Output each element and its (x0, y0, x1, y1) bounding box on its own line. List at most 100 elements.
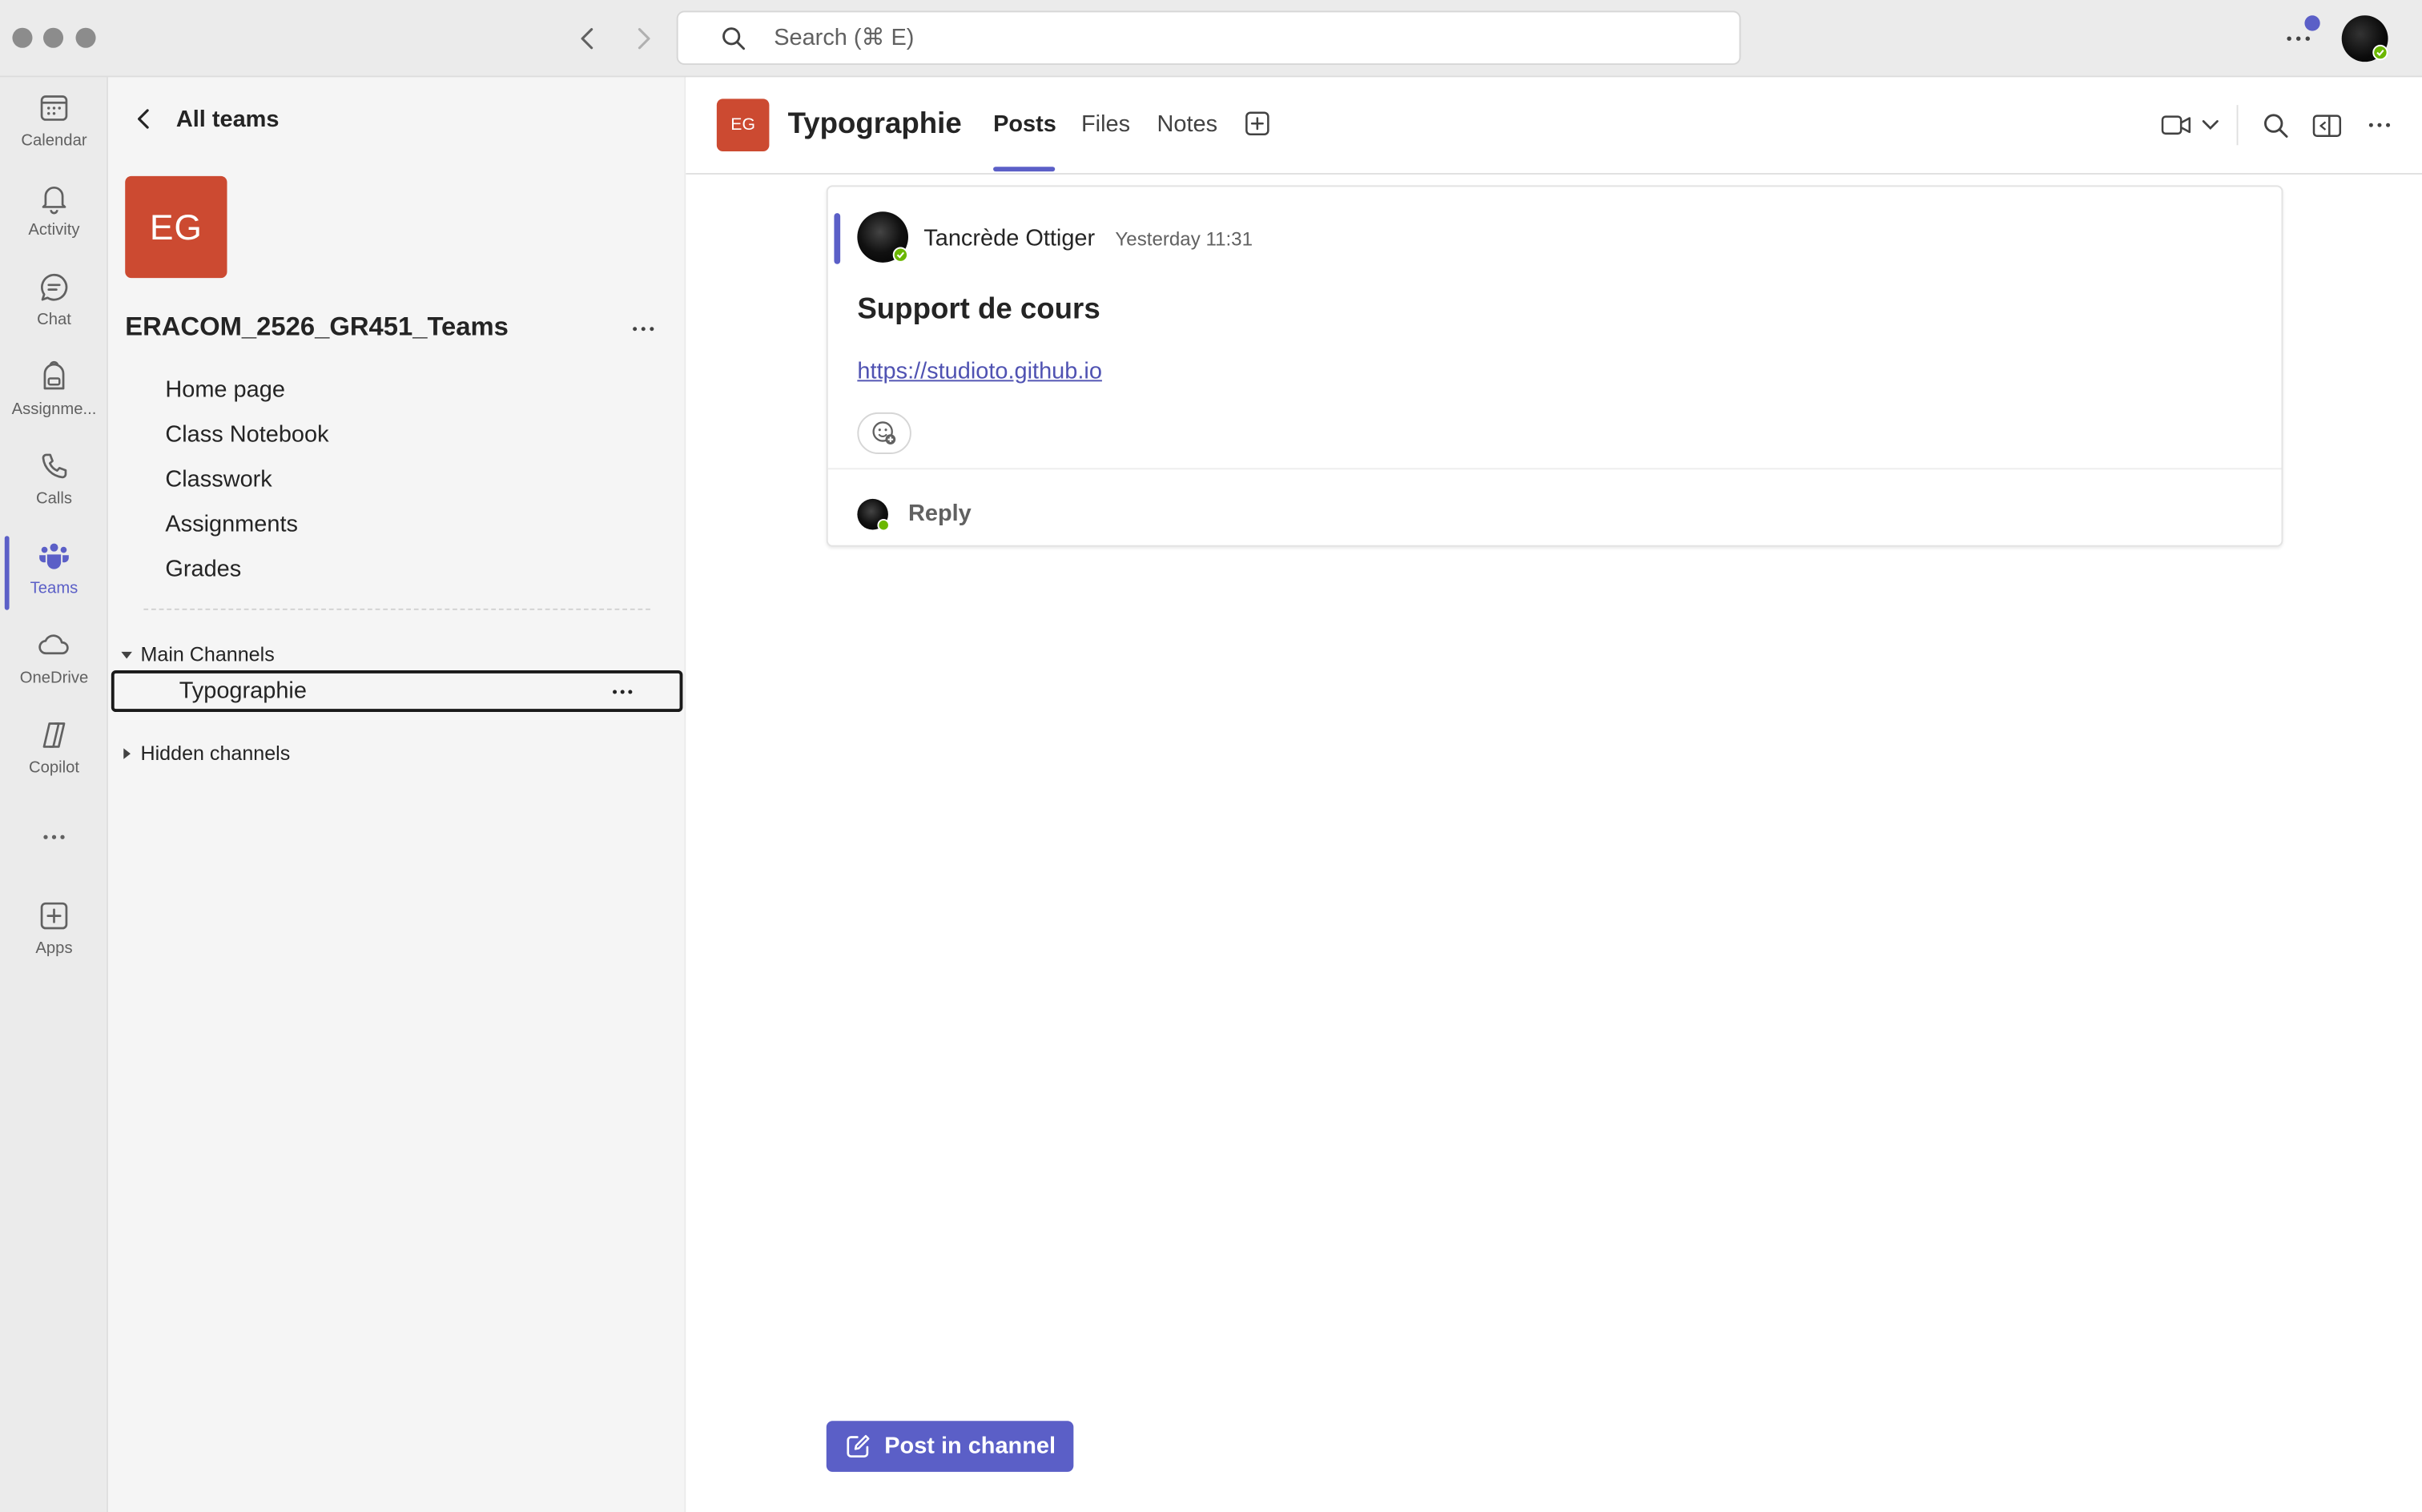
channel-main: EG Typographie Posts Files Notes Tancrèd… (686, 77, 2422, 1512)
teams-icon (39, 543, 69, 569)
search-icon (2263, 113, 2287, 137)
channel-team-avatar: EG (716, 99, 770, 151)
cloud-icon (38, 634, 69, 655)
rail-item-calls[interactable]: Calls (0, 449, 108, 529)
channel-title: Typographie (787, 107, 962, 141)
post-timestamp: Yesterday 11:31 (1115, 228, 1253, 251)
add-tab-icon[interactable] (1245, 111, 1269, 136)
rail-label: Calendar (21, 131, 87, 151)
rail-item-teams[interactable]: Teams (0, 539, 108, 619)
copilot-icon (42, 722, 66, 748)
hidden-channels-label: Hidden channels (140, 741, 291, 765)
rail-item-activity[interactable]: Activity (0, 181, 108, 261)
search-bar[interactable] (676, 10, 1741, 65)
rail-item-assignments[interactable]: Assignme... (0, 360, 108, 440)
reply-avatar (857, 498, 890, 532)
presence-available-icon (892, 247, 908, 263)
team-link-classwork[interactable]: Classwork (165, 466, 272, 493)
rail-label: Calls (35, 489, 73, 509)
chat-icon (41, 273, 68, 301)
rail-label: Chat (37, 310, 71, 329)
zoom-window-button[interactable] (75, 27, 96, 48)
backpack-icon (43, 360, 65, 390)
channel-item-typographie[interactable]: Typographie (111, 670, 683, 713)
add-reaction-button[interactable] (857, 412, 911, 454)
post-card[interactable]: Tancrède Ottiger Yesterday 11:31 Support… (826, 185, 2283, 547)
channel-search-button[interactable] (2261, 110, 2289, 141)
rail-label: Teams (30, 579, 78, 598)
active-tab-underline (993, 167, 1056, 172)
ellipsis-icon (2287, 36, 2310, 41)
channel-header: EG Typographie Posts Files Notes (686, 77, 2422, 175)
back-button[interactable] (572, 22, 606, 55)
ellipsis-icon (632, 327, 654, 332)
rail-more-apps-button[interactable] (0, 822, 108, 859)
open-side-panel-button[interactable] (2311, 110, 2342, 141)
bell-icon (42, 187, 66, 215)
team-more-options-button[interactable] (627, 316, 658, 341)
post-in-channel-button[interactable]: Post in channel (826, 1421, 1074, 1472)
search-input[interactable] (774, 24, 1639, 51)
phone-icon (42, 453, 67, 479)
meet-button[interactable] (2159, 110, 2221, 141)
profile-avatar[interactable] (2341, 15, 2388, 62)
rail-label: OneDrive (19, 669, 89, 688)
minimize-window-button[interactable] (42, 27, 64, 48)
rail-label: Assignme... (11, 400, 97, 419)
plus-square-icon (40, 902, 68, 930)
side-panel-icon (2311, 114, 2341, 136)
rail-item-onedrive[interactable]: OneDrive (0, 629, 108, 709)
rail-item-calendar[interactable]: Calendar (0, 91, 108, 171)
ellipsis-icon (2368, 123, 2390, 127)
post-accent-bar (834, 213, 841, 264)
tab-files[interactable]: Files (1081, 111, 1130, 138)
notification-dot (2304, 15, 2320, 31)
rail-item-copilot[interactable]: Copilot (0, 718, 108, 798)
post-author[interactable]: Tancrède Ottiger (923, 226, 1095, 252)
team-link-class-notebook[interactable]: Class Notebook (165, 421, 328, 448)
header-separator (2236, 105, 2239, 146)
rail-label: Apps (35, 939, 73, 958)
close-window-button[interactable] (12, 27, 33, 48)
main-channels-toggle[interactable]: Main Channels (120, 642, 275, 666)
forward-button[interactable] (626, 22, 659, 55)
emoji-add-icon (872, 421, 896, 445)
main-channels-label: Main Channels (140, 642, 275, 666)
app-rail: Calendar Activity Chat Assignme... Calls… (0, 77, 108, 1512)
divider (143, 608, 650, 610)
rail-item-apps[interactable]: Apps (0, 899, 108, 979)
team-avatar: EG (125, 175, 227, 279)
author-avatar[interactable] (857, 211, 908, 263)
channel-more-button[interactable] (2364, 110, 2395, 141)
chevron-left-icon (138, 109, 149, 129)
rail-item-chat[interactable]: Chat (0, 270, 108, 350)
team-link-grades[interactable]: Grades (165, 556, 241, 582)
channel-label: Typographie (179, 678, 307, 705)
chevron-down-icon (2202, 120, 2219, 130)
hidden-channels-toggle[interactable]: Hidden channels (120, 742, 290, 765)
tab-posts[interactable]: Posts (993, 111, 1056, 138)
calendar-icon (40, 95, 68, 121)
team-link-home-page[interactable]: Home page (165, 377, 285, 404)
post-divider (827, 468, 2282, 470)
ellipsis-icon (613, 690, 633, 694)
reply-button[interactable]: Reply (908, 501, 972, 527)
post-subject: Support de cours (857, 293, 1100, 326)
channel-more-options-button[interactable] (609, 681, 637, 702)
search-icon (722, 26, 746, 50)
presence-available-icon (877, 518, 890, 532)
caret-right-icon (123, 747, 131, 758)
title-bar (0, 0, 2422, 78)
post-link[interactable]: https://studioto.github.io (857, 358, 1102, 384)
tab-notes[interactable]: Notes (1157, 111, 1217, 138)
teams-window: Calendar Activity Chat Assignme... Calls… (0, 0, 2422, 1512)
stage: Calendar Activity Chat Assignme... Calls… (0, 0, 2422, 1512)
rail-label: Activity (28, 220, 80, 239)
all-teams-button[interactable]: All teams (133, 100, 279, 137)
rail-label: Copilot (28, 758, 80, 778)
post-in-channel-label: Post in channel (884, 1433, 1056, 1460)
team-link-assignments[interactable]: Assignments (165, 511, 298, 537)
chevron-right-icon (638, 28, 650, 50)
presence-available-icon (2372, 44, 2388, 61)
team-pane: All teams EG ERACOM_2526_GR451_Teams Hom… (107, 77, 685, 1512)
